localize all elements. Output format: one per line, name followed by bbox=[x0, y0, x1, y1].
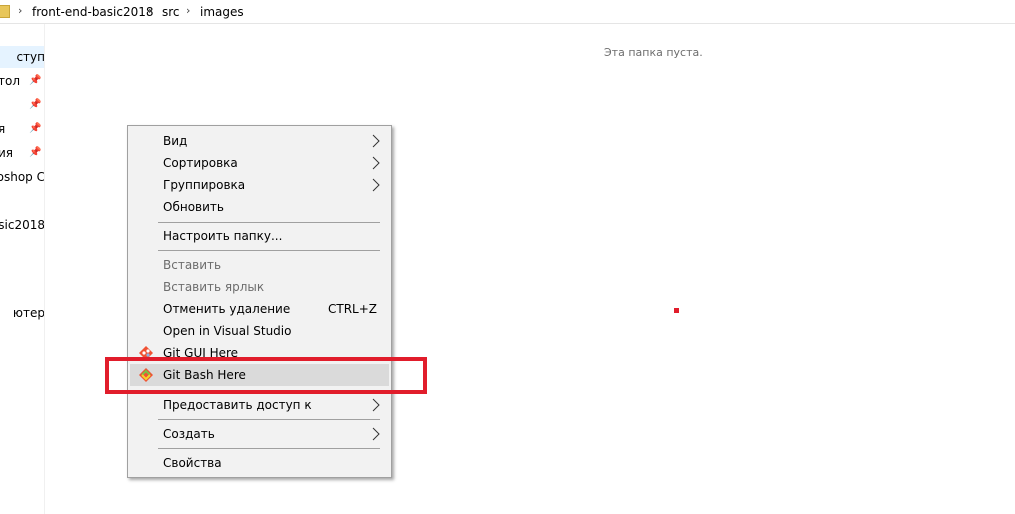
breadcrumb-item-src[interactable]: src bbox=[162, 5, 180, 19]
menu-item-share[interactable]: Предоставить доступ к bbox=[130, 394, 389, 416]
menu-item-open-visual-studio[interactable]: Open in Visual Studio bbox=[130, 320, 389, 342]
menu-item-paste: Вставить bbox=[130, 254, 389, 276]
menu-item-group[interactable]: Группировка bbox=[130, 174, 389, 196]
nav-item-label: ия bbox=[0, 146, 14, 160]
menu-item-label: Обновить bbox=[163, 200, 224, 214]
breadcrumb-chevron-icon[interactable]: › bbox=[186, 4, 190, 17]
nav-item-this-pc[interactable]: ютер bbox=[0, 302, 45, 324]
nav-item-label: тол bbox=[0, 74, 21, 88]
menu-item-label: Группировка bbox=[163, 178, 246, 192]
folder-icon bbox=[0, 5, 10, 18]
cursor-marker bbox=[674, 308, 679, 313]
menu-item-sort[interactable]: Сортировка bbox=[130, 152, 389, 174]
menu-item-label: Вставить ярлык bbox=[163, 280, 265, 294]
chevron-right-icon bbox=[372, 134, 380, 148]
navigation-pane: ступ тол 📌 📌 я 📌 ия 📌 toshop C asic2018 … bbox=[0, 24, 45, 514]
nav-item-photoshop[interactable]: toshop C bbox=[0, 166, 45, 188]
menu-item-properties[interactable]: Свойства bbox=[130, 452, 389, 474]
nav-item-documents[interactable]: я 📌 bbox=[0, 118, 44, 140]
nav-item-label: ютер bbox=[12, 306, 45, 320]
pin-icon: 📌 bbox=[29, 75, 42, 86]
context-menu: Вид Сортировка Группировка Обновить Наст… bbox=[127, 125, 392, 478]
pin-icon: 📌 bbox=[29, 147, 42, 158]
menu-item-label: Предоставить доступ к bbox=[163, 398, 312, 412]
nav-item-label: я bbox=[0, 118, 5, 140]
menu-item-label: Open in Visual Studio bbox=[163, 324, 292, 338]
nav-item-quick-access[interactable]: ступ bbox=[0, 46, 45, 68]
nav-item-downloads[interactable]: 📌 bbox=[0, 94, 44, 116]
menu-item-label: Вид bbox=[163, 134, 188, 148]
empty-folder-message: Эта папка пуста. bbox=[604, 46, 703, 59]
menu-separator bbox=[158, 448, 380, 449]
menu-item-paste-shortcut: Вставить ярлык bbox=[130, 276, 389, 298]
pin-icon: 📌 bbox=[29, 99, 42, 110]
chevron-right-icon bbox=[372, 398, 380, 412]
menu-item-label: Свойства bbox=[163, 456, 222, 470]
menu-separator bbox=[158, 250, 380, 251]
menu-item-view[interactable]: Вид bbox=[130, 130, 389, 152]
nav-item-project[interactable]: asic2018 bbox=[0, 214, 45, 236]
menu-item-label: Отменить удаление bbox=[163, 302, 291, 316]
chevron-right-icon bbox=[372, 427, 380, 441]
nav-item-label: ступ bbox=[16, 50, 45, 64]
nav-item-desktop[interactable]: тол 📌 bbox=[0, 70, 44, 92]
chevron-right-icon bbox=[372, 178, 380, 192]
keyboard-shortcut: CTRL+Z bbox=[328, 302, 378, 316]
chevron-right-icon bbox=[372, 156, 380, 170]
menu-item-customize-folder[interactable]: Настроить папку... bbox=[130, 225, 389, 247]
nav-item-label: toshop C bbox=[0, 170, 45, 184]
menu-separator bbox=[158, 419, 380, 420]
breadcrumb-chevron-icon[interactable]: › bbox=[18, 4, 22, 17]
menu-separator bbox=[158, 222, 380, 223]
menu-item-label: Вставить bbox=[163, 258, 222, 272]
menu-item-undo-delete[interactable]: Отменить удаление CTRL+Z bbox=[130, 298, 389, 320]
menu-item-label: Сортировка bbox=[163, 156, 238, 170]
breadcrumb-chevron-icon[interactable]: › bbox=[148, 4, 152, 17]
nav-item-label: asic2018 bbox=[0, 218, 45, 232]
menu-item-refresh[interactable]: Обновить bbox=[130, 196, 389, 218]
nav-item-images[interactable]: ия 📌 bbox=[0, 142, 44, 164]
address-bar[interactable]: › front-end-basic2018 › src › images bbox=[0, 0, 1015, 24]
breadcrumb-item-images[interactable]: images bbox=[200, 5, 244, 19]
pin-icon: 📌 bbox=[29, 123, 42, 134]
menu-item-create[interactable]: Создать bbox=[130, 423, 389, 445]
menu-item-label: Настроить папку... bbox=[163, 229, 283, 243]
highlight-annotation-box bbox=[105, 357, 427, 394]
menu-item-label: Создать bbox=[163, 427, 215, 441]
breadcrumb-item-project[interactable]: front-end-basic2018 bbox=[32, 5, 154, 19]
